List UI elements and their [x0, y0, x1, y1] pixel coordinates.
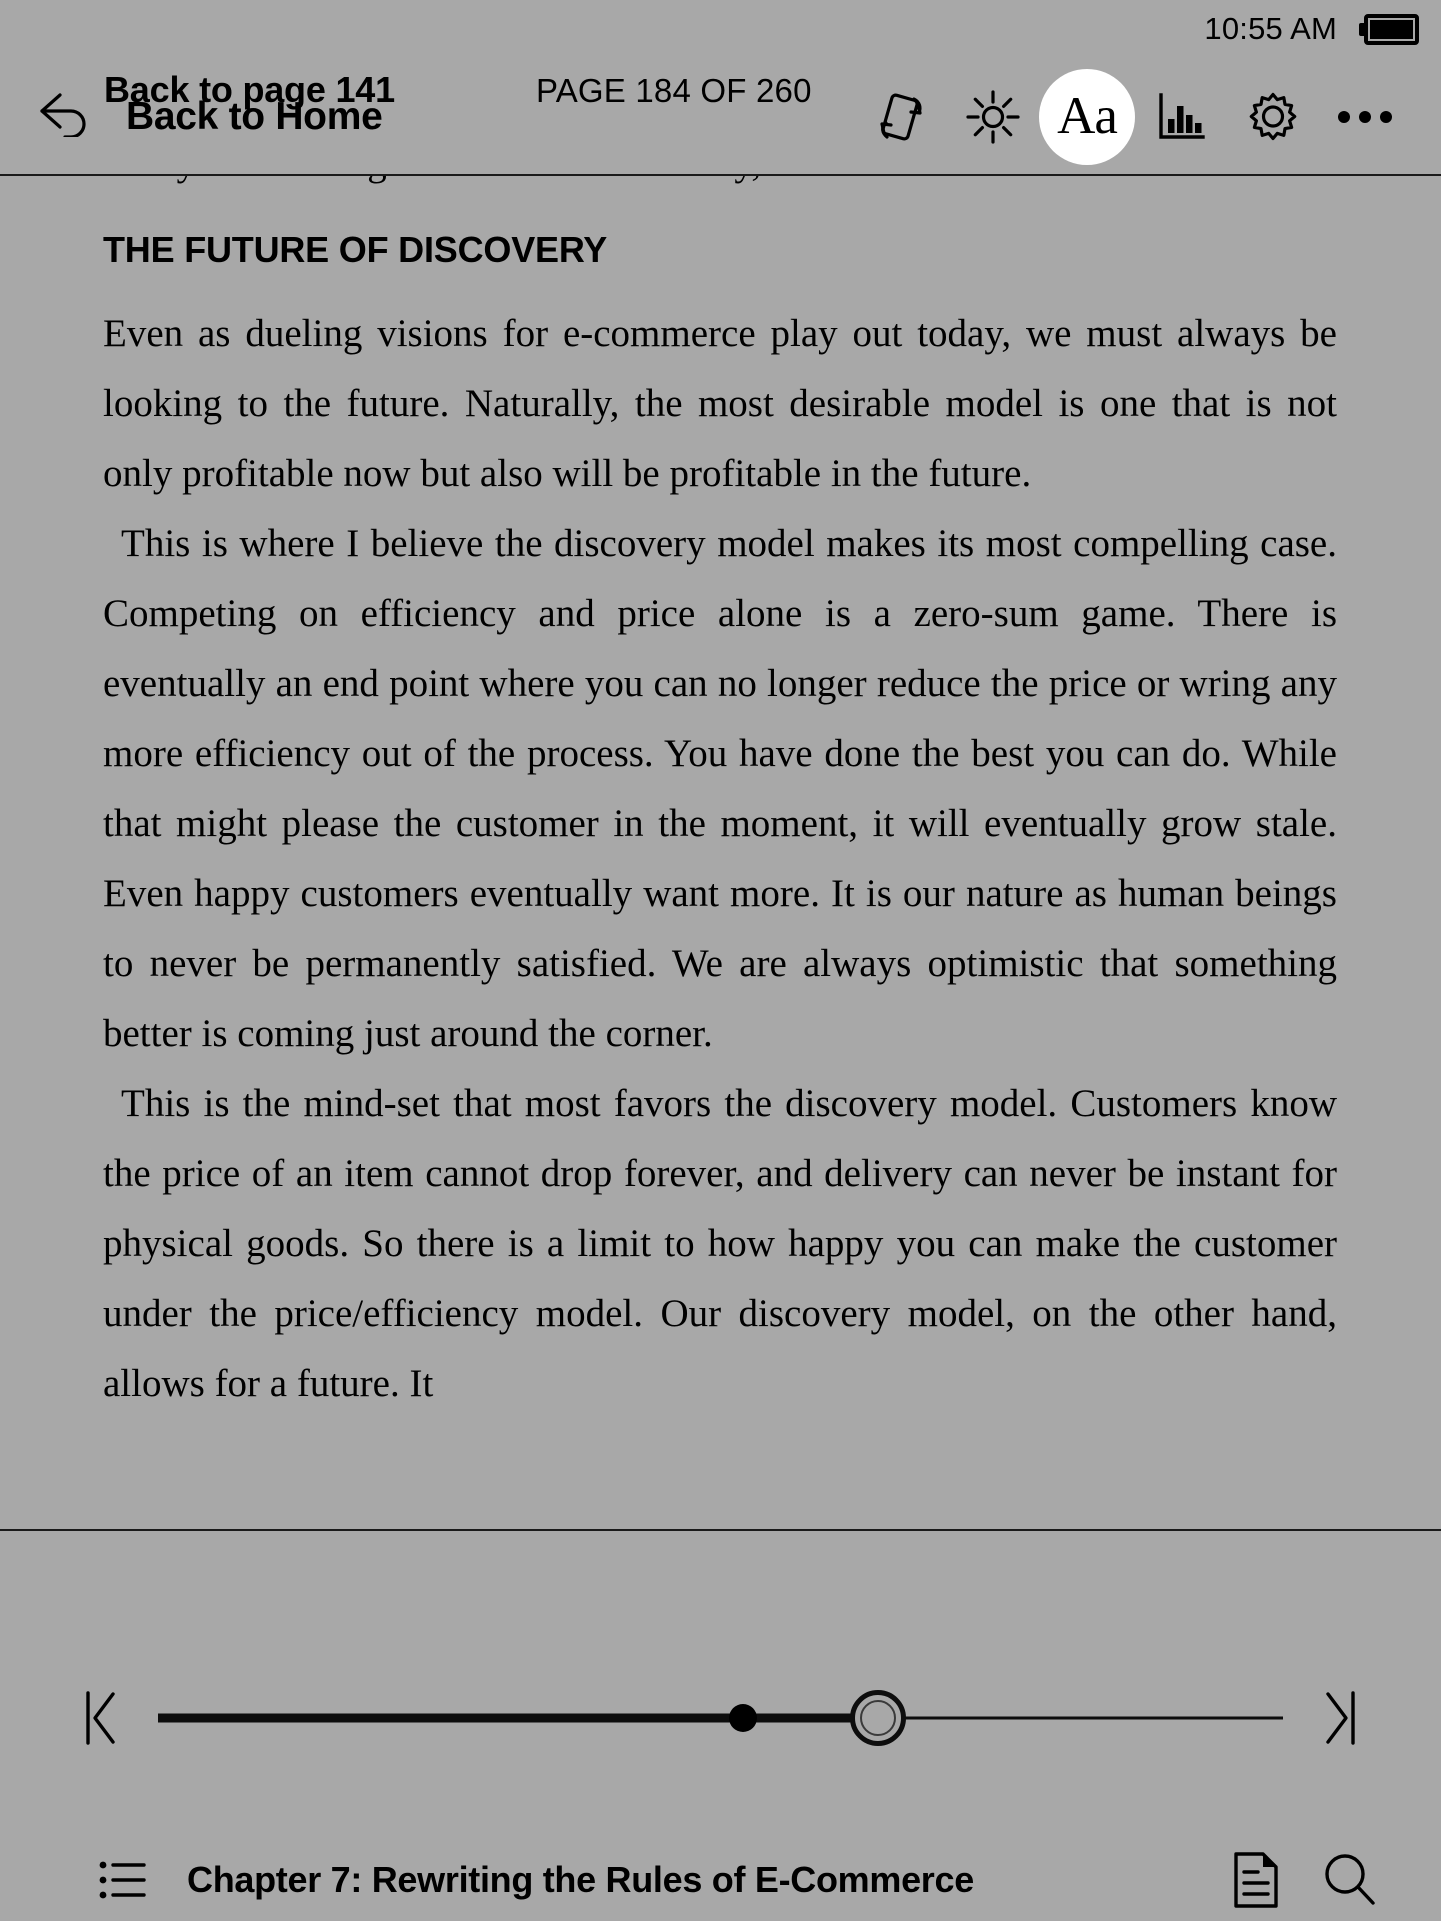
paragraph-3: This is the mind-set that most favors th… [103, 1082, 1337, 1405]
ellipsis-dots [1338, 110, 1392, 123]
section-heading: THE FUTURE OF DISCOVERY [103, 229, 608, 270]
notes-document-icon[interactable] [1223, 1847, 1289, 1913]
page-text-column: THE FUTURE OF DISCOVERY Even as dueling … [0, 229, 1441, 1419]
slider-track-filled [158, 1713, 878, 1723]
chapter-title[interactable]: Chapter 7: Rewriting the Rules of E-Comm… [187, 1859, 974, 1901]
skip-to-end-icon[interactable] [1301, 1679, 1379, 1757]
bottom-right-actions [1223, 1847, 1441, 1913]
status-bar: 10:55 AM [0, 0, 1441, 58]
table-of-contents-icon[interactable] [95, 1852, 151, 1908]
clipped-line-text: always be looking to the future. Natural… [103, 176, 1337, 198]
clipped-previous-line: always be looking to the future. Natural… [0, 176, 1441, 210]
battery-full-icon [1359, 13, 1419, 45]
page-indicator: PAGE 184 OF 260 [535, 72, 812, 109]
page-slider-row [0, 1670, 1441, 1766]
ereader-screen: 10:55 AM Back to Home Aa THE FUTURE OF D… [0, 0, 1441, 1921]
page-slider[interactable] [158, 1688, 1283, 1748]
skip-to-start-icon[interactable] [62, 1679, 140, 1757]
search-icon[interactable] [1317, 1847, 1383, 1913]
slider-handle[interactable] [850, 1690, 906, 1746]
battery-fill [1370, 19, 1413, 39]
paragraph-1: Even as dueling visions for e-commerce p… [103, 312, 1337, 495]
slider-bookmark-marker[interactable] [729, 1704, 757, 1732]
chapter-row: Chapter 7: Rewriting the Rules of E-Comm… [0, 1839, 1441, 1921]
page-info-row: Back to page 141 PAGE 184 OF 260 [0, 69, 1441, 111]
status-time: 10:55 AM [1204, 11, 1337, 46]
battery-shell [1364, 13, 1419, 45]
paragraph-2: This is where I believe the discovery mo… [103, 522, 1337, 1055]
page-content[interactable]: always be looking to the future. Natural… [0, 176, 1441, 1529]
back-to-page-button[interactable]: Back to page 141 [104, 69, 395, 111]
